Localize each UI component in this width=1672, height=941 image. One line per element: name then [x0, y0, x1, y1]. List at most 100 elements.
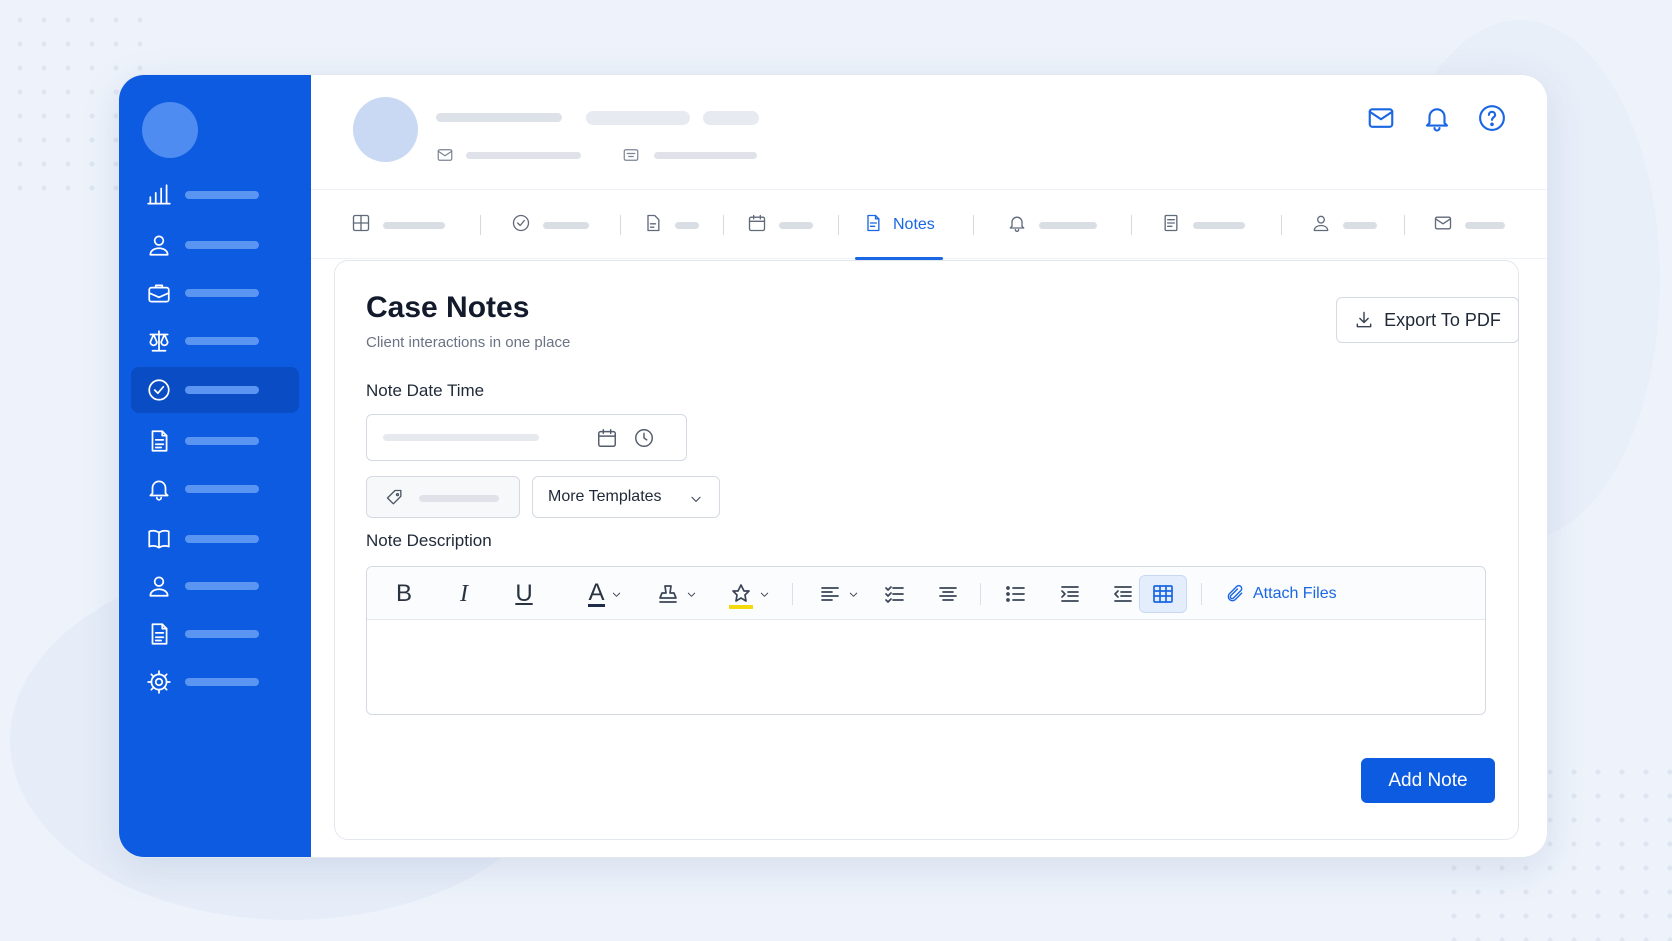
user-icon	[145, 572, 173, 600]
more-templates-dropdown[interactable]: More Templates	[532, 476, 720, 518]
highlight-button[interactable]	[722, 575, 776, 613]
bell-icon[interactable]	[1422, 103, 1452, 133]
client-id-placeholder	[654, 152, 757, 159]
attach-files-button[interactable]: Attach Files	[1225, 575, 1337, 613]
mail-icon	[1433, 213, 1453, 238]
tab-contacts[interactable]	[1311, 191, 1377, 259]
indent-button[interactable]	[1052, 575, 1088, 613]
insert-table-button[interactable]	[1139, 575, 1187, 613]
gear-icon	[145, 668, 173, 696]
tab-files[interactable]	[643, 191, 699, 259]
bell-icon	[145, 475, 173, 503]
client-avatar	[353, 97, 418, 162]
sidebar-item-reports[interactable]	[131, 611, 299, 657]
indent-icon	[1061, 586, 1079, 602]
mail-icon[interactable]	[1366, 103, 1396, 133]
briefcase-icon	[145, 279, 173, 307]
paperclip-icon	[1227, 584, 1243, 602]
document-icon	[145, 620, 173, 648]
underline-icon: U	[515, 580, 533, 607]
id-card-icon	[622, 146, 640, 169]
bullet-list-icon	[1006, 586, 1025, 602]
sidebar-item-documents[interactable]	[131, 418, 299, 464]
chevron-down-icon	[849, 592, 857, 597]
mail-icon	[436, 146, 454, 169]
sidebar	[119, 75, 311, 857]
bold-button[interactable]: B	[387, 575, 421, 613]
tab-label-placeholder	[1039, 221, 1097, 229]
align-button[interactable]	[812, 575, 864, 613]
tab-separator	[480, 215, 481, 235]
check-circle-icon	[145, 376, 173, 404]
more-templates-label: More Templates	[548, 488, 662, 505]
calendar-icon	[747, 213, 767, 238]
download-icon	[1356, 311, 1372, 328]
date-value-placeholder	[383, 434, 539, 441]
case-tabs: Notes	[311, 191, 1547, 260]
align-center-button[interactable]	[930, 575, 966, 613]
sidebar-item-legal[interactable]	[131, 318, 299, 364]
background-color-button[interactable]	[649, 575, 703, 613]
outdent-button[interactable]	[1105, 575, 1141, 613]
tab-label-placeholder	[675, 221, 699, 229]
tag-button[interactable]	[366, 476, 520, 518]
sidebar-label-placeholder	[185, 582, 259, 590]
tab-separator	[1404, 215, 1405, 235]
sidebar-logo[interactable]	[142, 102, 198, 158]
italic-button[interactable]: I	[447, 575, 481, 613]
tab-notes[interactable]: Notes	[855, 191, 943, 260]
export-pdf-button[interactable]: Export To PDF	[1336, 297, 1519, 343]
tab-separator	[620, 215, 621, 235]
editor-toolbar: B I U A Attach Files	[367, 567, 1485, 620]
tab-separator	[1131, 215, 1132, 235]
tab-label-placeholder	[383, 221, 445, 229]
tab-documents[interactable]	[1161, 191, 1245, 259]
sidebar-label-placeholder	[185, 630, 259, 638]
note-description-textarea[interactable]	[367, 621, 1485, 714]
sidebar-item-settings[interactable]	[131, 659, 299, 705]
note-description-editor: B I U A Attach Files	[366, 566, 1486, 715]
app-window: Notes Case Notes Client interactions in …	[118, 74, 1548, 858]
tab-calendar[interactable]	[747, 191, 813, 259]
align-left-icon	[820, 587, 839, 601]
checklist-button[interactable]	[877, 575, 913, 613]
sidebar-item-tasks[interactable]	[131, 367, 299, 413]
align-center-icon	[939, 587, 957, 601]
note-date-time-input[interactable]	[366, 414, 687, 461]
bullet-list-button[interactable]	[998, 575, 1034, 613]
tab-label-placeholder	[1465, 221, 1505, 229]
clock-icon[interactable]	[633, 427, 655, 454]
add-note-button[interactable]: Add Note	[1361, 758, 1495, 803]
chevron-down-icon	[691, 496, 701, 502]
calendar-icon[interactable]	[596, 427, 618, 454]
sidebar-item-analytics[interactable]	[131, 172, 299, 218]
bar-chart-icon	[145, 181, 173, 209]
tab-notes-label: Notes	[893, 216, 935, 233]
sidebar-item-contacts[interactable]	[131, 563, 299, 609]
highlight-swatch	[728, 605, 753, 609]
help-icon[interactable]	[1477, 103, 1507, 133]
sidebar-label-placeholder	[185, 535, 259, 543]
tab-tasks[interactable]	[511, 191, 589, 259]
sidebar-label-placeholder	[185, 485, 259, 493]
tab-messages[interactable]	[1433, 191, 1505, 259]
note-icon	[863, 213, 883, 238]
font-color-button[interactable]: A	[577, 575, 633, 613]
checklist-icon	[885, 586, 904, 603]
sidebar-label-placeholder	[185, 191, 259, 199]
sidebar-item-cases[interactable]	[131, 270, 299, 316]
sidebar-label-placeholder	[185, 241, 259, 249]
sidebar-item-clients[interactable]	[131, 222, 299, 268]
document-icon	[145, 427, 173, 455]
sidebar-item-alerts[interactable]	[131, 466, 299, 512]
chevron-down-icon	[687, 592, 695, 597]
tab-label-placeholder	[543, 221, 589, 229]
user-icon	[145, 231, 173, 259]
underline-button[interactable]: U	[507, 575, 541, 613]
bell-icon	[1007, 213, 1027, 238]
tab-reminders[interactable]	[1007, 191, 1097, 259]
tab-label-placeholder	[779, 221, 813, 229]
sidebar-item-library[interactable]	[131, 516, 299, 562]
tab-overview[interactable]	[351, 191, 445, 259]
client-header	[311, 75, 1547, 190]
